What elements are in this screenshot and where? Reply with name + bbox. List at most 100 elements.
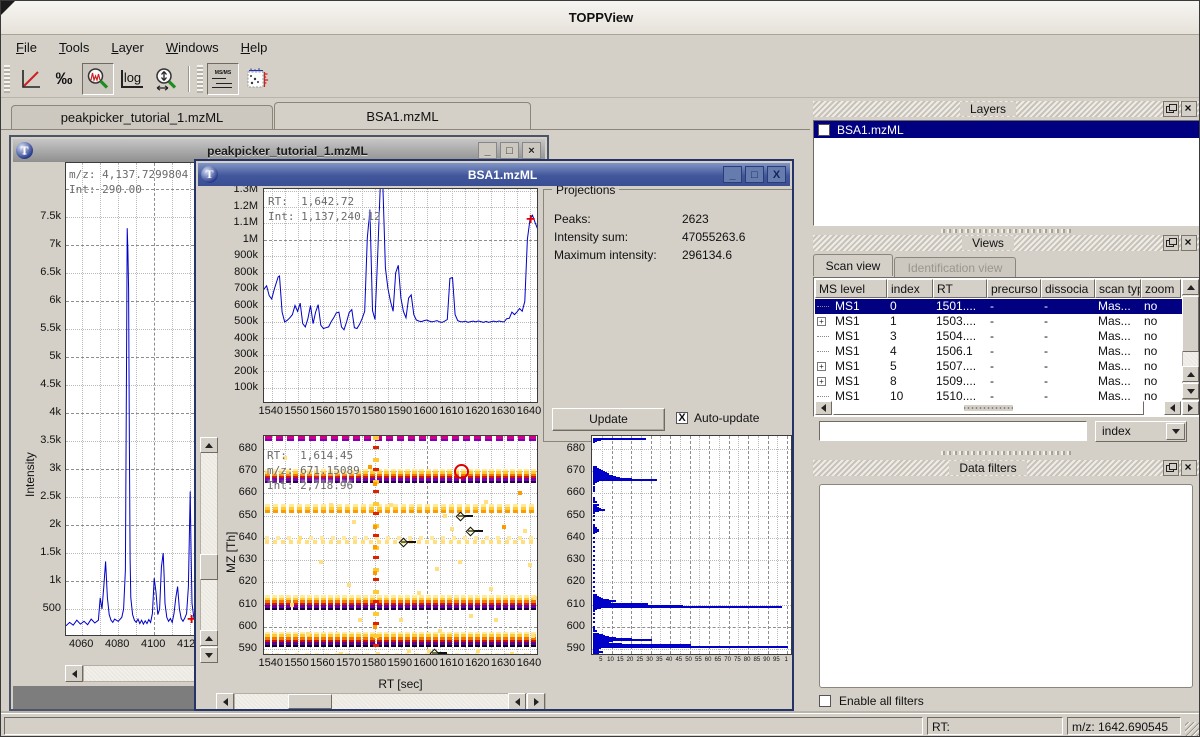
layer-item-bsa1[interactable]: BSA1.mzML (814, 121, 1200, 138)
zoom-peaks-icon (86, 67, 110, 91)
menu-file[interactable]: File (5, 37, 48, 58)
toolbar: ‰ log MS/MS (1, 60, 1200, 98)
scroll-left-button-2[interactable] (508, 693, 526, 710)
scrollbar-thumb[interactable] (1182, 296, 1199, 352)
gridline (699, 436, 700, 654)
table-cell: - (987, 374, 1041, 389)
scan-search-input[interactable] (819, 421, 1087, 441)
column-header-precurso[interactable]: precurso (987, 279, 1041, 298)
menu-layer[interactable]: Layer (100, 37, 155, 58)
scroll-left-button[interactable] (65, 665, 83, 682)
tick-label: 650 (567, 509, 585, 521)
scroll-left-button[interactable] (815, 401, 832, 415)
float-panel-icon[interactable] (1163, 460, 1179, 476)
data-filters-list[interactable] (819, 484, 1193, 688)
table-cell: 1507.... (933, 359, 987, 374)
column-header-rt[interactable]: RT (933, 279, 987, 298)
scroll-right-button[interactable] (1182, 401, 1199, 415)
scan-table[interactable]: MS levelindexRTprecursodissociascan typz… (813, 277, 1200, 417)
projection-bar (593, 586, 595, 588)
scroll-left-button-2[interactable] (1164, 401, 1181, 415)
scroll-up-button-2[interactable] (1182, 366, 1199, 382)
tick-label: 4100 (141, 638, 165, 650)
menu-tools[interactable]: Tools (48, 37, 100, 58)
reset-axes-button[interactable] (14, 63, 46, 95)
app-title-bar[interactable]: TOPPView (1, 1, 1200, 35)
close-panel-icon[interactable] (1181, 235, 1197, 251)
table-cell: MS1 (832, 359, 887, 374)
column-header-ms-level[interactable]: MS level (815, 279, 887, 298)
scroll-down-button[interactable] (1182, 383, 1199, 399)
tick-label: 1 (784, 657, 787, 663)
table-row[interactable]: +MS111503....--Mas...no (815, 314, 1182, 329)
expand-icon[interactable]: + (817, 362, 826, 371)
maximize-button[interactable]: □ (500, 142, 519, 159)
dropdown-arrow-icon[interactable] (1166, 423, 1185, 440)
toolbar-handle[interactable] (4, 65, 10, 93)
intensity-permille-button[interactable]: ‰ (48, 63, 80, 95)
tab-peakpicker-tutorial[interactable]: peakpicker_tutorial_1.mzML (11, 105, 273, 129)
projection-bar (593, 441, 595, 443)
table-row[interactable]: MS131504....--Mas...no (815, 329, 1182, 344)
layers-panel-header[interactable]: Layers (813, 101, 1199, 117)
table-row[interactable]: MS101501....--Mas...no (815, 299, 1182, 314)
window-title-bar[interactable]: T BSA1.mzML _ □ X (198, 163, 790, 186)
data-filters-panel-header[interactable]: Data filters (813, 460, 1199, 476)
heatmap-horizontal-scrollbar[interactable] (234, 693, 546, 710)
table-row[interactable]: +MS151507....--Mas...no (815, 359, 1182, 374)
float-panel-icon[interactable] (1163, 235, 1179, 251)
tab-scan-view[interactable]: Scan view (813, 254, 893, 276)
menu-help[interactable]: Help (230, 37, 279, 58)
window-bsa1[interactable]: T BSA1.mzML _ □ X 1.3M1.2M1.1M1M900k800k… (194, 159, 794, 711)
tick-label: 7k (49, 238, 61, 250)
table-row[interactable]: MS141506.1--Mas...no (815, 344, 1182, 359)
float-panel-icon[interactable] (1163, 101, 1179, 117)
projection-bar (593, 550, 595, 552)
column-header-zoom[interactable]: zoom (1141, 279, 1181, 298)
layers-list[interactable]: BSA1.mzML (813, 120, 1200, 226)
close-panel-icon[interactable] (1181, 460, 1197, 476)
scroll-left-button[interactable] (216, 693, 234, 710)
menu-windows[interactable]: Windows (155, 37, 230, 58)
column-header-index[interactable]: index (887, 279, 933, 298)
msms-view-button[interactable]: MS/MS (207, 63, 239, 95)
gridline (612, 436, 613, 654)
close-button[interactable]: X (767, 166, 786, 183)
views-panel-header[interactable]: Views (813, 235, 1199, 251)
scrollbar-thumb[interactable] (833, 401, 1144, 415)
scrollbar-thumb[interactable] (288, 694, 332, 709)
projection-bar (593, 577, 595, 579)
minimize-button[interactable]: _ (723, 166, 742, 183)
scroll-right-button[interactable] (527, 693, 545, 710)
table-row[interactable]: +MS181509....--Mas...no (815, 374, 1182, 389)
auto-update-checkbox[interactable] (676, 412, 688, 424)
zoom-mode-button[interactable] (82, 63, 114, 95)
column-header-dissocia[interactable]: dissocia (1041, 279, 1095, 298)
scroll-up-button[interactable] (1182, 279, 1199, 295)
tab-bsa1[interactable]: BSA1.mzML (274, 102, 531, 129)
tab-identification-view[interactable]: Identification view (894, 257, 1016, 277)
scatter-2d-icon (245, 67, 269, 91)
close-panel-icon[interactable] (1181, 101, 1197, 117)
y-zoom-button[interactable] (150, 63, 182, 95)
layer-visibility-checkbox[interactable] (818, 124, 830, 136)
menu-bar: FileToolsLayerWindowsHelp (1, 34, 1200, 60)
expand-icon[interactable]: + (817, 377, 826, 386)
dot-plot-button[interactable] (241, 63, 273, 95)
search-column-dropdown[interactable]: index (1095, 421, 1187, 442)
minimize-button[interactable]: _ (478, 142, 497, 159)
resize-grip[interactable] (1185, 722, 1199, 736)
toolbar-handle[interactable] (197, 65, 203, 93)
maximize-button[interactable]: □ (745, 166, 764, 183)
panel-splitter[interactable] (941, 229, 1071, 233)
tick-label: 75 (734, 657, 741, 663)
expand-icon[interactable]: + (817, 317, 826, 326)
log-intensity-button[interactable]: log (116, 63, 148, 95)
column-header-scan-typ[interactable]: scan typ (1095, 279, 1141, 298)
table-cell: - (1041, 344, 1095, 359)
y-axis-ticks: 7.5k7k6.5k6k5.5k5k4.5k4k3.5k3k2.5k2k1.5k… (11, 137, 63, 711)
enable-all-filters-checkbox[interactable] (819, 695, 831, 707)
mz-projection-canvas[interactable] (591, 435, 792, 655)
panel-splitter[interactable] (941, 451, 1071, 455)
close-button[interactable]: × (522, 142, 541, 159)
